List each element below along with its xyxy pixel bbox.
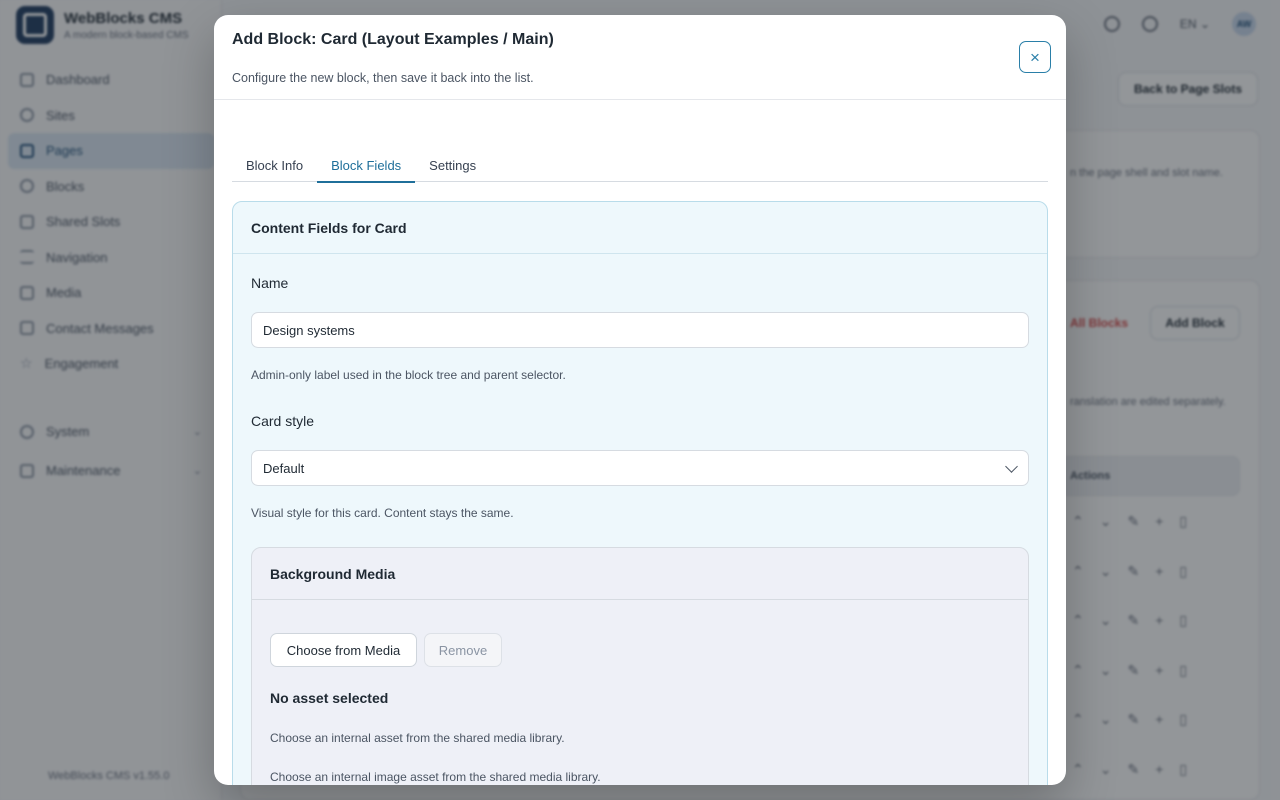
close-icon: × (1030, 47, 1040, 67)
chevron-down-icon (1005, 460, 1018, 473)
block-tabs: Block Info Block Fields Settings (232, 148, 1048, 183)
card-style-select[interactable]: Default (251, 450, 1029, 486)
modal-title: Add Block: Card (Layout Examples / Main) (232, 31, 554, 48)
tab-block-fields[interactable]: Block Fields (317, 148, 416, 183)
name-help: Admin-only label used in the block tree … (251, 368, 566, 382)
tab-settings[interactable]: Settings (415, 148, 490, 182)
media-help-asset: Choose an internal asset from the shared… (270, 731, 565, 745)
media-help-image: Choose an internal image asset from the … (270, 770, 601, 784)
card-style-label: Card style (251, 413, 315, 429)
close-button[interactable]: × (1019, 41, 1051, 73)
modal-header: Add Block: Card (Layout Examples / Main)… (214, 15, 1066, 100)
no-asset-label: No asset selected (270, 690, 389, 706)
content-fields-title: Content Fields for Card (233, 202, 1047, 254)
tab-block-info[interactable]: Block Info (232, 148, 317, 182)
add-block-modal: Add Block: Card (Layout Examples / Main)… (214, 15, 1066, 785)
name-input[interactable]: Design systems (251, 312, 1029, 348)
choose-from-media-button[interactable]: Choose from Media (270, 633, 417, 667)
card-style-help: Visual style for this card. Content stay… (251, 506, 514, 520)
name-label: Name (251, 275, 289, 291)
modal-subtitle: Configure the new block, then save it ba… (232, 71, 534, 85)
background-media-card: Background Media Choose from Media Remov… (251, 547, 1029, 785)
background-media-title: Background Media (252, 548, 1028, 600)
content-fields-card: Content Fields for Card Name Design syst… (232, 201, 1048, 785)
remove-media-button[interactable]: Remove (424, 633, 502, 667)
card-style-value: Default (263, 460, 305, 476)
